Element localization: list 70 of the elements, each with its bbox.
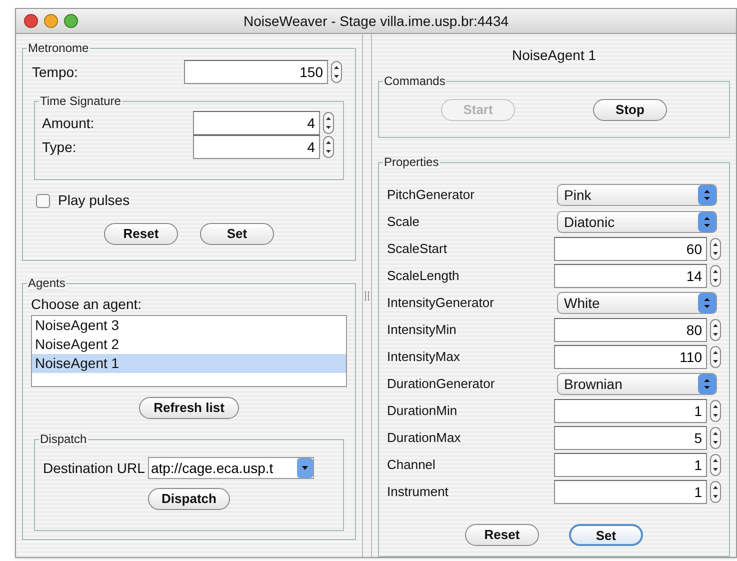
stepper-icon[interactable]: [710, 427, 721, 449]
number-field[interactable]: 110: [554, 345, 707, 369]
stepper-icon[interactable]: [710, 265, 721, 287]
stepper-icon[interactable]: [323, 112, 334, 134]
checkbox[interactable]: [36, 194, 50, 208]
number-field[interactable]: 1: [554, 453, 707, 477]
stepper-icon[interactable]: [710, 481, 721, 503]
push-button[interactable]: Stop: [593, 98, 667, 120]
popup-arrows-icon: [698, 212, 716, 232]
property-label: Channel: [387, 456, 436, 474]
popup-menu[interactable]: Diatonic: [557, 211, 717, 233]
number-field[interactable]: 5: [554, 426, 707, 450]
number-field[interactable]: 80: [554, 318, 707, 342]
property-label: Scale: [387, 213, 420, 232]
property-label: ScaleLength: [387, 267, 460, 286]
property-label: Instrument: [387, 483, 448, 502]
push-button[interactable]: Reset: [465, 524, 539, 546]
checkbox-label: Play pulses: [58, 191, 130, 210]
property-label: IntensityMin: [387, 321, 456, 340]
number-field[interactable]: 60: [554, 237, 707, 261]
popup-arrows-icon: [698, 374, 716, 394]
popup-menu[interactable]: Pink: [557, 184, 717, 206]
field-label: Type:: [42, 138, 76, 157]
number-field[interactable]: 1: [554, 480, 707, 504]
property-label: IntensityMax: [387, 348, 460, 366]
group-title: Agents: [27, 275, 66, 291]
minimize-icon[interactable]: [44, 14, 58, 28]
stepper-icon[interactable]: [710, 319, 721, 341]
push-button[interactable]: Refresh list: [139, 397, 239, 419]
stepper-icon[interactable]: [323, 136, 334, 158]
stepper-icon[interactable]: [710, 238, 721, 260]
popup-menu[interactable]: White: [557, 292, 717, 314]
stepper-icon[interactable]: [710, 454, 721, 476]
property-label: DurationGenerator: [387, 375, 495, 394]
push-button[interactable]: Reset: [104, 223, 178, 245]
group-title: Dispatch: [39, 431, 88, 447]
number-field[interactable]: 4: [193, 111, 320, 135]
property-label: DurationMin: [387, 402, 458, 420]
group-title: Time Signature: [39, 93, 122, 109]
popup-arrows-icon: [698, 185, 716, 205]
tempo-field[interactable]: 150: [184, 60, 328, 84]
stepper-icon[interactable]: [331, 61, 342, 83]
property-label: ScaleStart: [387, 240, 447, 258]
popup-menu[interactable]: Brownian: [557, 373, 717, 395]
number-field[interactable]: 4: [193, 135, 320, 159]
url-combo-box[interactable]: atp://cage.eca.usp.t: [148, 457, 314, 479]
push-button[interactable]: Set: [569, 524, 643, 546]
property-label: IntensityGenerator: [387, 294, 494, 312]
property-label: DurationMax: [387, 429, 461, 448]
field-label: Destination URL: [43, 458, 145, 478]
number-field[interactable]: 1: [554, 399, 707, 423]
list-label: Choose an agent:: [31, 295, 143, 314]
group-title: Metronome: [27, 40, 90, 56]
list-item[interactable]: NoiseAgent 1: [32, 354, 346, 373]
agent-title: NoiseAgent 1: [510, 46, 598, 65]
group-title: Properties: [383, 154, 440, 170]
close-icon[interactable]: [24, 14, 38, 28]
number-field[interactable]: 14: [554, 264, 707, 288]
push-button[interactable]: Dispatch: [148, 488, 230, 510]
popup-arrows-icon: [698, 293, 716, 313]
push-button[interactable]: Set: [200, 223, 274, 245]
stepper-icon[interactable]: [710, 346, 721, 368]
field-label: Tempo:: [31, 62, 78, 82]
list-item[interactable]: NoiseAgent 2: [32, 335, 346, 354]
property-label: PitchGenerator: [387, 186, 474, 204]
field-label: Amount:: [42, 114, 94, 132]
list-item[interactable]: NoiseAgent 3: [32, 316, 346, 335]
window-title: NoiseWeaver - Stage villa.ime.usp.br:4434: [243, 12, 509, 31]
zoom-icon[interactable]: [64, 14, 78, 28]
stepper-icon[interactable]: [710, 400, 721, 422]
